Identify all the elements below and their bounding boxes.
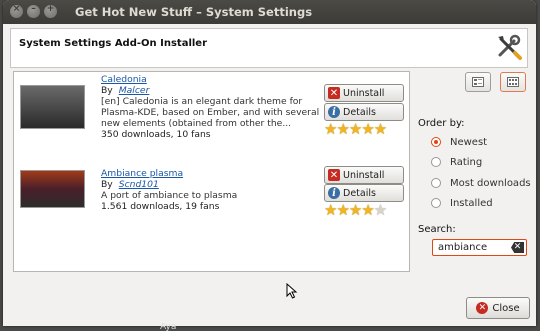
addon-stats: 1.561 downloads, 19 fans bbox=[101, 201, 220, 212]
installer-header: System Settings Add-On Installer bbox=[10, 28, 528, 68]
addon-name-link[interactable]: Caledonia bbox=[101, 74, 147, 85]
window-close-button[interactable]: × bbox=[10, 4, 23, 18]
window-minimize-button[interactable]: – bbox=[27, 4, 40, 18]
tools-icon bbox=[498, 34, 522, 60]
window-maximize-button[interactable]: + bbox=[44, 4, 57, 18]
radio-icon bbox=[431, 198, 441, 208]
list-item[interactable]: Ambiance plasma By Scnd101 A port of ambi… bbox=[14, 166, 409, 256]
addon-stats: 350 downloads, 10 fans bbox=[101, 129, 211, 140]
maximize-icon: + bbox=[46, 4, 55, 14]
icon-view-toggle[interactable] bbox=[500, 72, 526, 92]
header-title: System Settings Add-On Installer bbox=[19, 38, 208, 49]
close-label: Close bbox=[492, 302, 520, 314]
radio-label: Installed bbox=[450, 197, 493, 209]
search-input[interactable]: ambiance ✕ bbox=[432, 239, 527, 256]
info-icon: i bbox=[328, 106, 340, 118]
info-icon: i bbox=[328, 187, 340, 199]
addon-info: Ambiance plasma By Scnd101 A port of ambi… bbox=[101, 168, 331, 212]
uninstall-button[interactable]: ✕ Uninstall bbox=[324, 84, 404, 102]
uninstall-icon: ✕ bbox=[328, 87, 340, 99]
close-button[interactable]: ✕ Close bbox=[466, 297, 530, 319]
details-button[interactable]: i Details bbox=[324, 184, 404, 202]
background-text: Aya bbox=[160, 323, 177, 331]
grid-view-icon bbox=[507, 77, 519, 87]
rating-stars: ★★★★★ bbox=[324, 120, 387, 138]
search-label: Search: bbox=[418, 224, 456, 235]
by-label: By bbox=[101, 85, 113, 96]
order-installed-radio[interactable]: Installed bbox=[431, 196, 493, 210]
minimize-icon: – bbox=[31, 4, 36, 14]
details-label: Details bbox=[343, 106, 376, 118]
addon-description: A port of ambiance to plasma bbox=[101, 190, 238, 201]
addon-name-link[interactable]: Ambiance plasma bbox=[101, 168, 183, 179]
addon-description: [en] Caledonia is an elegant dark theme … bbox=[101, 96, 320, 129]
order-newest-radio[interactable]: Newest bbox=[431, 135, 487, 149]
radio-icon bbox=[431, 178, 441, 188]
title-bar[interactable]: × – + Get Hot New Stuff – System Setting… bbox=[3, 0, 536, 24]
rating-stars: ★★★★★ bbox=[324, 201, 387, 219]
addon-thumbnail bbox=[20, 170, 85, 208]
addon-list[interactable]: Caledonia By Malcer [en] Caledonia is an … bbox=[13, 71, 410, 272]
details-label: Details bbox=[343, 187, 376, 199]
clear-search-icon[interactable]: ✕ bbox=[511, 242, 524, 253]
order-by-label: Order by: bbox=[418, 118, 465, 129]
author-link[interactable]: Scnd101 bbox=[119, 179, 159, 190]
by-label: By bbox=[101, 179, 113, 190]
list-view-toggle[interactable] bbox=[465, 72, 491, 92]
list-item[interactable]: Caledonia By Malcer [en] Caledonia is an … bbox=[14, 72, 409, 162]
window-title: Get Hot New Stuff – System Settings bbox=[75, 5, 313, 19]
uninstall-button[interactable]: ✕ Uninstall bbox=[324, 166, 404, 184]
order-downloads-radio[interactable]: Most downloads bbox=[431, 176, 531, 190]
search-value: ambiance bbox=[438, 242, 488, 253]
uninstall-label: Uninstall bbox=[343, 169, 385, 181]
radio-label: Rating bbox=[450, 156, 483, 168]
details-view-icon bbox=[472, 77, 484, 87]
addon-info: Caledonia By Malcer [en] Caledonia is an … bbox=[101, 74, 331, 140]
details-button[interactable]: i Details bbox=[324, 103, 404, 121]
uninstall-label: Uninstall bbox=[343, 87, 385, 99]
order-rating-radio[interactable]: Rating bbox=[431, 155, 482, 169]
settings-window: × – + Get Hot New Stuff – System Setting… bbox=[3, 0, 536, 326]
radio-label: Newest bbox=[450, 136, 488, 148]
close-icon: × bbox=[12, 4, 21, 14]
mouse-cursor-icon bbox=[286, 283, 298, 299]
uninstall-icon: ✕ bbox=[328, 169, 340, 181]
radio-label: Most downloads bbox=[450, 177, 531, 189]
radio-icon bbox=[431, 157, 441, 167]
close-icon: ✕ bbox=[476, 302, 489, 314]
author-link[interactable]: Malcer bbox=[119, 85, 150, 96]
addon-thumbnail bbox=[20, 85, 85, 129]
radio-selected-icon bbox=[431, 137, 441, 147]
